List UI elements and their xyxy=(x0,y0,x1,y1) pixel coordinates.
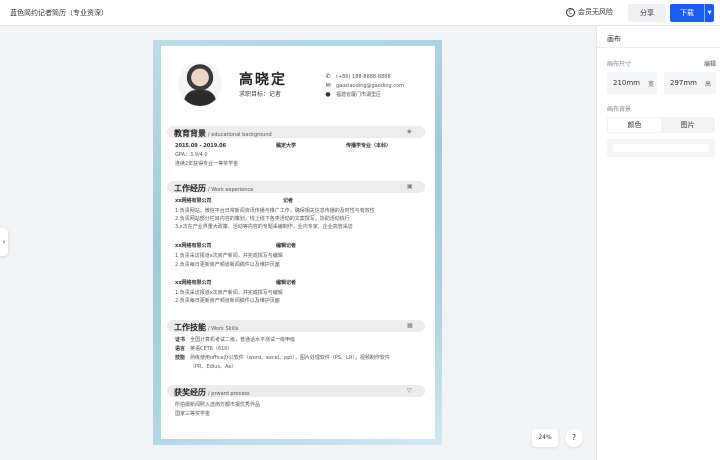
share-button[interactable]: 分享 xyxy=(628,4,666,22)
document-title[interactable]: 蓝色简约记者简历（专业资深） xyxy=(10,8,108,18)
color-swatch[interactable] xyxy=(613,144,709,152)
section-title-education[interactable]: 教育背景 / educational background xyxy=(174,128,272,139)
graduation-cap-icon: ◈ xyxy=(407,128,412,135)
work-role[interactable]: 编辑记者 xyxy=(276,281,296,286)
edu-gpa[interactable]: GPA：3.9/4.0 xyxy=(175,153,208,158)
award-line[interactable]: 所拍摄新闻照入选南方都市报优秀作品 xyxy=(175,403,260,408)
award-line[interactable]: 国家三等奖学金 xyxy=(175,412,210,417)
edu-date[interactable]: 2015.09 - 2019.06 xyxy=(175,144,226,149)
work-line[interactable]: 2.负责每日更新房产频道新闻稿件以及维护页面 xyxy=(175,263,280,268)
section-title-awards[interactable]: 获奖经历 / prward process xyxy=(174,387,250,398)
mail-icon: ✉ xyxy=(325,82,331,89)
work-line[interactable]: 1.负责采访报道x次房产新闻，并完成撰写与编辑 xyxy=(175,254,283,259)
tab-image[interactable]: 图片 xyxy=(661,118,714,132)
tab-color[interactable]: 颜色 xyxy=(608,118,661,132)
skill-line[interactable]: （PR、Edius、Ae） xyxy=(190,365,236,370)
copyright-status[interactable]: C 会员无风险 xyxy=(566,7,613,17)
work-company[interactable]: xx网络有限公司 xyxy=(175,244,211,249)
edit-size-link[interactable]: 编辑 xyxy=(704,59,716,68)
work-line[interactable]: 3.x次在产业界重大政策、活动等内容的专题采编制作，业内专家、企业高管采访 xyxy=(175,225,353,230)
job-objective[interactable]: 求职目标：记者 xyxy=(239,89,281,98)
edu-award[interactable]: 连续2年获得专业一等奖学金 xyxy=(175,162,238,167)
width-unit: 宽 xyxy=(648,80,655,88)
work-company[interactable]: xx网络有限公司 xyxy=(175,199,211,204)
panel-divider xyxy=(596,47,720,48)
bg-color-picker[interactable] xyxy=(607,139,715,157)
download-label: 下载 xyxy=(680,9,694,17)
skill-line[interactable]: 全国计算机考试二级，普通话水平测试一级甲级 xyxy=(190,338,295,343)
bg-type-toggle: 颜色 图片 xyxy=(607,117,715,133)
tools-icon: ▦ xyxy=(407,322,413,329)
copyright-icon: C xyxy=(566,7,575,17)
edu-school[interactable]: 稿定大学 xyxy=(276,144,296,149)
resume-name[interactable]: 高晓定 xyxy=(239,69,287,89)
contact-phone[interactable]: ✆ (+86) 188-8888-8888 xyxy=(325,73,390,80)
location-icon: ● xyxy=(325,91,331,98)
work-company[interactable]: xx网络有限公司 xyxy=(175,281,211,286)
work-line[interactable]: 1.负责采访报道x次房产新闻，并完成撰写与编辑 xyxy=(175,291,283,296)
work-line[interactable]: 1.负责网站、微信平台日常新闻资讯传播与推广工作，确保相关信息传播的及时性与有效… xyxy=(175,209,375,214)
avatar-photo[interactable] xyxy=(178,62,222,106)
skill-label[interactable]: 技能 xyxy=(175,356,185,361)
skill-line[interactable]: 英语CET6（610） xyxy=(190,347,232,352)
canvas-bg-label: 画布背景 xyxy=(607,106,632,113)
work-role[interactable]: 编辑记者 xyxy=(276,244,296,249)
height-unit: 高 xyxy=(705,80,712,88)
edu-major[interactable]: 传播学专业（本科） xyxy=(346,144,391,149)
contact-email[interactable]: ✉ gaoxiaoding@gaoding.com xyxy=(325,82,404,89)
width-value: 210mm xyxy=(613,79,640,87)
panel-title: 画布 xyxy=(607,35,621,43)
collapse-left-panel-button[interactable]: ‹ xyxy=(0,228,8,256)
chevron-down-icon[interactable]: ▼ xyxy=(704,4,714,22)
trophy-icon: ▽ xyxy=(407,387,412,394)
section-title-skills[interactable]: 工作技能 / Work Skills xyxy=(174,322,238,333)
width-input[interactable]: 210mm 宽 xyxy=(607,72,657,94)
help-button[interactable]: ? xyxy=(565,429,583,447)
skill-line[interactable]: 熟练使用office办公软件（word、excel、ppt），图片处理软件（PS… xyxy=(190,356,390,361)
copyright-label: 会员无风险 xyxy=(578,8,613,16)
zoom-level-button[interactable]: 24% xyxy=(532,429,558,447)
work-role[interactable]: 记者 xyxy=(283,199,293,204)
height-input[interactable]: 297mm 高 xyxy=(664,72,716,94)
section-title-work[interactable]: 工作经历 / Work experience xyxy=(174,183,253,194)
canvas-size-label: 画布尺寸 xyxy=(607,61,632,68)
briefcase-icon: ▣ xyxy=(407,183,413,190)
contact-address[interactable]: ● 福建省厦门市湖里区 xyxy=(325,91,381,98)
work-line[interactable]: 2.负责每日更新房产频道新闻稿件以及维护页面 xyxy=(175,299,280,304)
skill-label[interactable]: 证书 xyxy=(175,338,185,343)
download-button[interactable]: 下载 ▼ xyxy=(670,4,714,22)
work-line[interactable]: 2.负责网站部分栏目内容的策划，线上线下各类活动的文案撰写，协助活动执行 xyxy=(175,217,350,222)
height-value: 297mm xyxy=(670,79,697,87)
phone-icon: ✆ xyxy=(325,73,331,80)
skill-label[interactable]: 语言 xyxy=(175,347,185,352)
